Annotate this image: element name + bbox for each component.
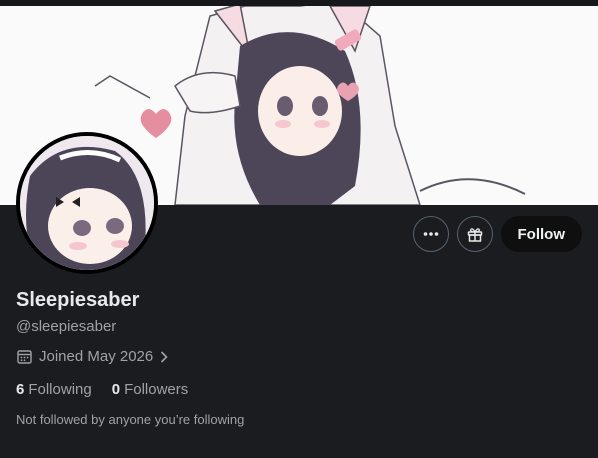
profile-avatar[interactable] — [16, 132, 158, 274]
more-button[interactable] — [412, 216, 449, 252]
avatar-artwork — [20, 136, 154, 270]
follow-counts: 6 Following 0 Followers — [16, 381, 188, 398]
chevron-right-icon[interactable] — [159, 350, 169, 364]
more-horizontal-icon — [423, 232, 438, 236]
joined-date-row: Joined May 2026 — [16, 348, 169, 365]
followers-label: Followers — [124, 381, 189, 398]
following-link[interactable]: 6 Following — [16, 381, 92, 398]
display-name: Sleepiesaber — [16, 289, 140, 311]
profile-actions: Follow — [412, 216, 582, 252]
following-label: Following — [28, 381, 92, 398]
gift-icon — [467, 228, 482, 242]
gift-button[interactable] — [456, 216, 493, 252]
followers-count: 0 — [111, 381, 121, 398]
calendar-icon — [17, 350, 32, 364]
followed-by-note: Not followed by anyone you’re following — [16, 412, 245, 427]
user-handle: @sleepiesaber — [16, 318, 117, 335]
followers-link[interactable]: 0 Followers — [112, 381, 189, 398]
joined-date: Joined May 2026 — [39, 348, 154, 365]
following-count: 6 — [16, 381, 25, 398]
follow-button[interactable]: Follow — [500, 216, 582, 252]
